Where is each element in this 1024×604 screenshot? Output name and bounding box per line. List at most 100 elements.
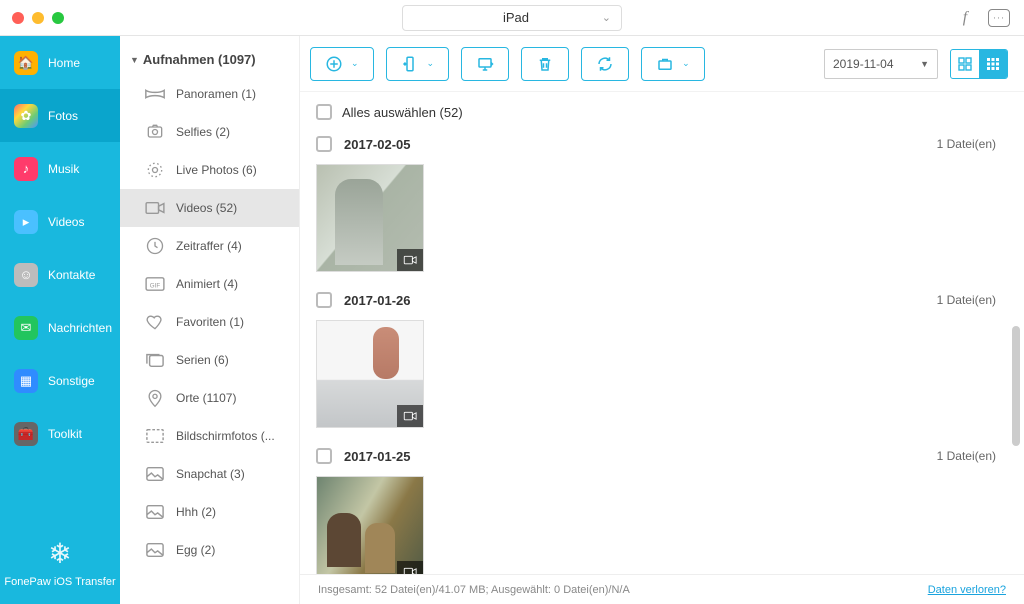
more-tools-button[interactable]: ⌄ xyxy=(641,47,705,81)
chevron-down-icon: ⌄ xyxy=(351,58,359,69)
category-header-label: Aufnahmen (1097) xyxy=(143,52,256,67)
category-label: Orte (1107) xyxy=(176,391,289,405)
live-icon xyxy=(144,161,166,179)
category-item[interactable]: Hhh (2) xyxy=(120,493,299,531)
category-item[interactable]: Videos (52) xyxy=(120,189,299,227)
minimize-window-button[interactable] xyxy=(32,12,44,24)
chevron-down-icon: ⌄ xyxy=(427,58,435,69)
app-logo-icon: ❄ xyxy=(0,537,120,570)
video-thumbnail[interactable] xyxy=(316,476,424,574)
category-item[interactable]: Serien (6) xyxy=(120,341,299,379)
facebook-icon[interactable]: f xyxy=(956,9,974,27)
close-window-button[interactable] xyxy=(12,12,24,24)
sidebar-item-musik[interactable]: ♪ Musik xyxy=(0,142,120,195)
grid-small-view-button[interactable] xyxy=(979,50,1007,78)
export-to-pc-button[interactable] xyxy=(461,47,509,81)
collapse-triangle-icon: ▼ xyxy=(130,55,139,65)
sidebar-item-kontakte[interactable]: ☺ Kontakte xyxy=(0,248,120,301)
category-label: Animiert (4) xyxy=(176,277,289,291)
category-header[interactable]: ▼ Aufnahmen (1097) xyxy=(120,44,299,75)
sidebar-item-sonstige[interactable]: ▦ Sonstige xyxy=(0,354,120,407)
thumbnail-row xyxy=(316,470,1008,574)
category-item[interactable]: Bildschirmfotos (... xyxy=(120,417,299,455)
category-item[interactable]: Orte (1107) xyxy=(120,379,299,417)
date-filter[interactable]: 2019-11-04 ▼ xyxy=(824,49,938,79)
category-label: Videos (52) xyxy=(176,201,289,215)
sidebar: 🏠 Home ✿ Fotos ♪ Musik ▸ Videos ☺ Kontak… xyxy=(0,36,120,604)
home-icon: 🏠 xyxy=(14,51,38,75)
screen-icon xyxy=(144,427,166,445)
group-date: 2017-02-05 xyxy=(344,137,411,152)
contacts-icon: ☺ xyxy=(14,263,38,287)
content-area: 2017-02-051 Datei(en)2017-01-261 Datei(e… xyxy=(300,130,1024,574)
videos-icon: ▸ xyxy=(14,210,38,234)
category-item[interactable]: Live Photos (6) xyxy=(120,151,299,189)
video-badge-icon xyxy=(397,561,423,574)
refresh-button[interactable] xyxy=(581,47,629,81)
video-thumbnail[interactable] xyxy=(316,164,424,272)
select-all-checkbox[interactable] xyxy=(316,104,332,120)
sidebar-item-nachrichten[interactable]: ✉ Nachrichten xyxy=(0,301,120,354)
category-item[interactable]: Selfies (2) xyxy=(120,113,299,151)
gif-icon: GIF xyxy=(144,275,166,293)
sidebar-item-home[interactable]: 🏠 Home xyxy=(0,36,120,89)
group-checkbox[interactable] xyxy=(316,448,332,464)
category-item[interactable]: Zeitraffer (4) xyxy=(120,227,299,265)
sidebar-label: Kontakte xyxy=(48,268,95,282)
category-label: Live Photos (6) xyxy=(176,163,289,177)
sidebar-label: Sonstige xyxy=(48,374,95,388)
sidebar-label: Home xyxy=(48,56,80,70)
feedback-icon[interactable]: ··· xyxy=(988,9,1010,27)
data-lost-link[interactable]: Daten verloren? xyxy=(928,584,1006,596)
sidebar-item-fotos[interactable]: ✿ Fotos xyxy=(0,89,120,142)
thumbnail-row xyxy=(316,158,1008,286)
group-header: 2017-01-25 1 Datei(en) xyxy=(316,442,1008,470)
album-icon xyxy=(144,541,166,559)
category-item[interactable]: Snapchat (3) xyxy=(120,455,299,493)
window-controls xyxy=(12,12,64,24)
scrollbar[interactable] xyxy=(1012,326,1020,446)
select-all-row: Alles auswählen (52) xyxy=(300,92,1024,130)
video-icon xyxy=(144,199,166,217)
status-bar: Insgesamt: 52 Datei(en)/41.07 MB; Ausgew… xyxy=(300,574,1024,604)
category-item[interactable]: GIF Animiert (4) xyxy=(120,265,299,303)
messages-icon: ✉ xyxy=(14,316,38,340)
group-file-count: 1 Datei(en) xyxy=(937,449,996,463)
music-icon: ♪ xyxy=(14,157,38,181)
delete-button[interactable] xyxy=(521,47,569,81)
video-badge-icon xyxy=(397,249,423,271)
sidebar-item-videos[interactable]: ▸ Videos xyxy=(0,195,120,248)
time-icon xyxy=(144,237,166,255)
zoom-window-button[interactable] xyxy=(52,12,64,24)
group-checkbox[interactable] xyxy=(316,292,332,308)
category-label: Bildschirmfotos (... xyxy=(176,429,289,443)
grid-large-view-button[interactable] xyxy=(951,50,979,78)
dropdown-triangle-icon: ▼ xyxy=(920,59,929,69)
trash-icon xyxy=(536,55,554,73)
sidebar-label: Videos xyxy=(48,215,84,229)
burst-icon xyxy=(144,351,166,369)
category-item[interactable]: Panoramen (1) xyxy=(120,75,299,113)
category-item[interactable]: Favoriten (1) xyxy=(120,303,299,341)
video-thumbnail[interactable] xyxy=(316,320,424,428)
album-icon xyxy=(144,465,166,483)
export-to-device-button[interactable]: ⌄ xyxy=(386,47,450,81)
category-label: Panoramen (1) xyxy=(176,87,289,101)
svg-text:GIF: GIF xyxy=(150,283,161,290)
category-label: Hhh (2) xyxy=(176,505,289,519)
album-icon xyxy=(144,503,166,521)
category-label: Selfies (2) xyxy=(176,125,289,139)
main-pane: ⌄ ⌄ ⌄ 2019-11-04 ▼ xyxy=(300,36,1024,604)
category-item[interactable]: Egg (2) xyxy=(120,531,299,569)
device-selector[interactable]: iPad ⌄ xyxy=(402,5,622,31)
category-label: Snapchat (3) xyxy=(176,467,289,481)
sidebar-label: Toolkit xyxy=(48,427,82,441)
sidebar-item-toolkit[interactable]: 🧰 Toolkit xyxy=(0,407,120,460)
photos-icon: ✿ xyxy=(14,104,38,128)
device-name: iPad xyxy=(503,10,529,25)
group-date: 2017-01-25 xyxy=(344,449,411,464)
group-file-count: 1 Datei(en) xyxy=(937,293,996,307)
selfie-icon xyxy=(144,123,166,141)
group-checkbox[interactable] xyxy=(316,136,332,152)
add-button[interactable]: ⌄ xyxy=(310,47,374,81)
